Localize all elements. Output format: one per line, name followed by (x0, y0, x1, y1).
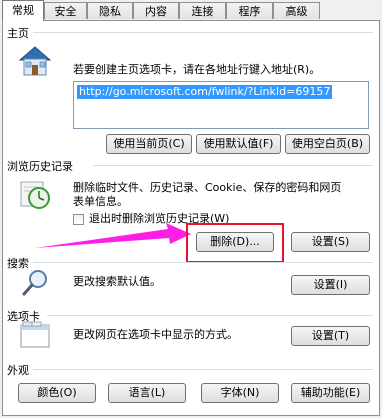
group-divider (93, 165, 373, 166)
tab-connections[interactable]: 连接 (179, 2, 226, 19)
home-group-title: 主页 (7, 25, 32, 41)
homepage-url-field[interactable]: http://go.microsoft.com/fwlink/?LinkId=6… (73, 81, 369, 129)
search-description: 更改搜索默认值。 (73, 275, 161, 288)
group-divider (33, 262, 373, 263)
tab-privacy[interactable]: 隐私 (87, 2, 133, 19)
tab-security[interactable]: 安全 (44, 2, 87, 19)
fonts-button[interactable]: 字体(N) (201, 383, 279, 403)
group-divider (33, 32, 373, 33)
history-description-line1: 删除临时文件、历史记录、Cookie、保存的密码和网页 (73, 181, 342, 194)
pink-arrow-icon (35, 223, 191, 248)
history-group-title: 浏览历史记录 (7, 158, 76, 174)
options-panel: 主页 若要创建主页选项卡，请在各地址行键入地址(R)。 http://go.mi… (2, 20, 380, 416)
tab-general[interactable]: 常规 (2, 0, 44, 21)
tab-content[interactable]: 内容 (133, 2, 179, 19)
appearance-group-title: 外观 (7, 362, 32, 378)
tab-strip: 常规 安全 隐私 内容 连接 程序 高级 (0, 0, 382, 21)
delete-history-button[interactable]: 删除(D)... (196, 232, 274, 252)
languages-button[interactable]: 语言(L) (108, 383, 186, 403)
search-settings-button[interactable]: 设置(I) (291, 275, 370, 295)
history-description-line2: 表单信息。 (73, 195, 128, 208)
home-description: 若要创建主页选项卡，请在各地址行键入地址(R)。 (73, 63, 321, 76)
use-default-button[interactable]: 使用默认值(F) (196, 134, 281, 154)
homepage-url-text: http://go.microsoft.com/fwlink/?LinkId=6… (77, 85, 333, 99)
tabs-settings-button[interactable]: 设置(T) (291, 326, 370, 346)
history-clock-icon (20, 181, 50, 209)
group-divider (47, 315, 373, 316)
colors-button[interactable]: 颜色(O) (18, 383, 96, 403)
tabs-window-icon (20, 321, 50, 348)
tab-programs[interactable]: 程序 (226, 2, 273, 19)
use-blank-button[interactable]: 使用空白页(B) (285, 134, 370, 154)
magnifier-icon (22, 270, 47, 296)
history-settings-button[interactable]: 设置(S) (291, 232, 370, 252)
accessibility-button[interactable]: 辅助功能(E) (291, 383, 370, 403)
house-icon (18, 46, 52, 76)
use-current-button[interactable]: 使用当前页(C) (106, 134, 192, 154)
tab-advanced[interactable]: 高级 (273, 2, 320, 19)
tabs-description: 更改网页在选项卡中显示的方式。 (73, 328, 238, 341)
group-divider (33, 369, 373, 370)
